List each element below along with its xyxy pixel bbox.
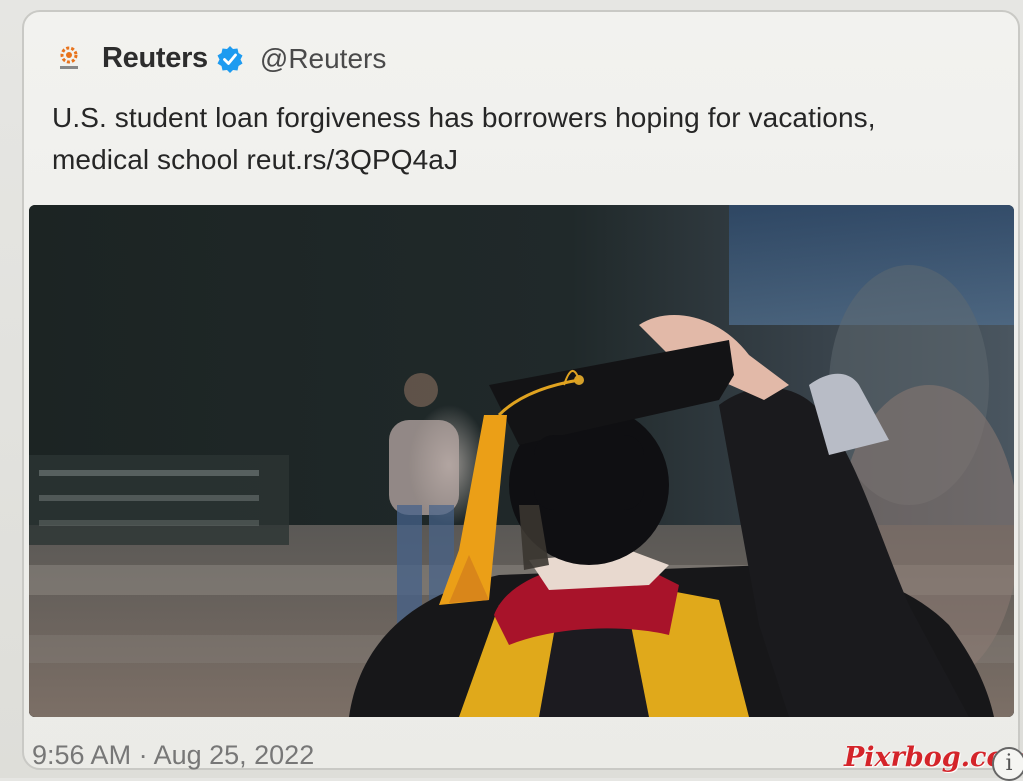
tweet-image[interactable]: [29, 205, 1014, 717]
author-name[interactable]: Reuters: [102, 42, 208, 75]
verified-badge-icon: [216, 45, 244, 73]
reuters-logo-icon[interactable]: [54, 44, 84, 74]
tweet-text-line-1: U.S. student loan forgiveness has borrow…: [52, 102, 876, 133]
graduate-photo: [29, 205, 1014, 717]
info-icon[interactable]: i: [992, 747, 1023, 781]
tweet-header: Reuters @Reuters: [54, 42, 386, 75]
tweet-card[interactable]: Reuters @Reuters U.S. student loan forgi…: [22, 10, 1023, 781]
tweet-text-line-2[interactable]: medical school reut.rs/3QPQ4aJ: [52, 139, 1012, 181]
tweet-timestamp[interactable]: 9:56 AM · Aug 25, 2022: [32, 740, 314, 771]
tweet-text: U.S. student loan forgiveness has borrow…: [52, 97, 1012, 181]
author-handle[interactable]: @Reuters: [260, 43, 386, 75]
